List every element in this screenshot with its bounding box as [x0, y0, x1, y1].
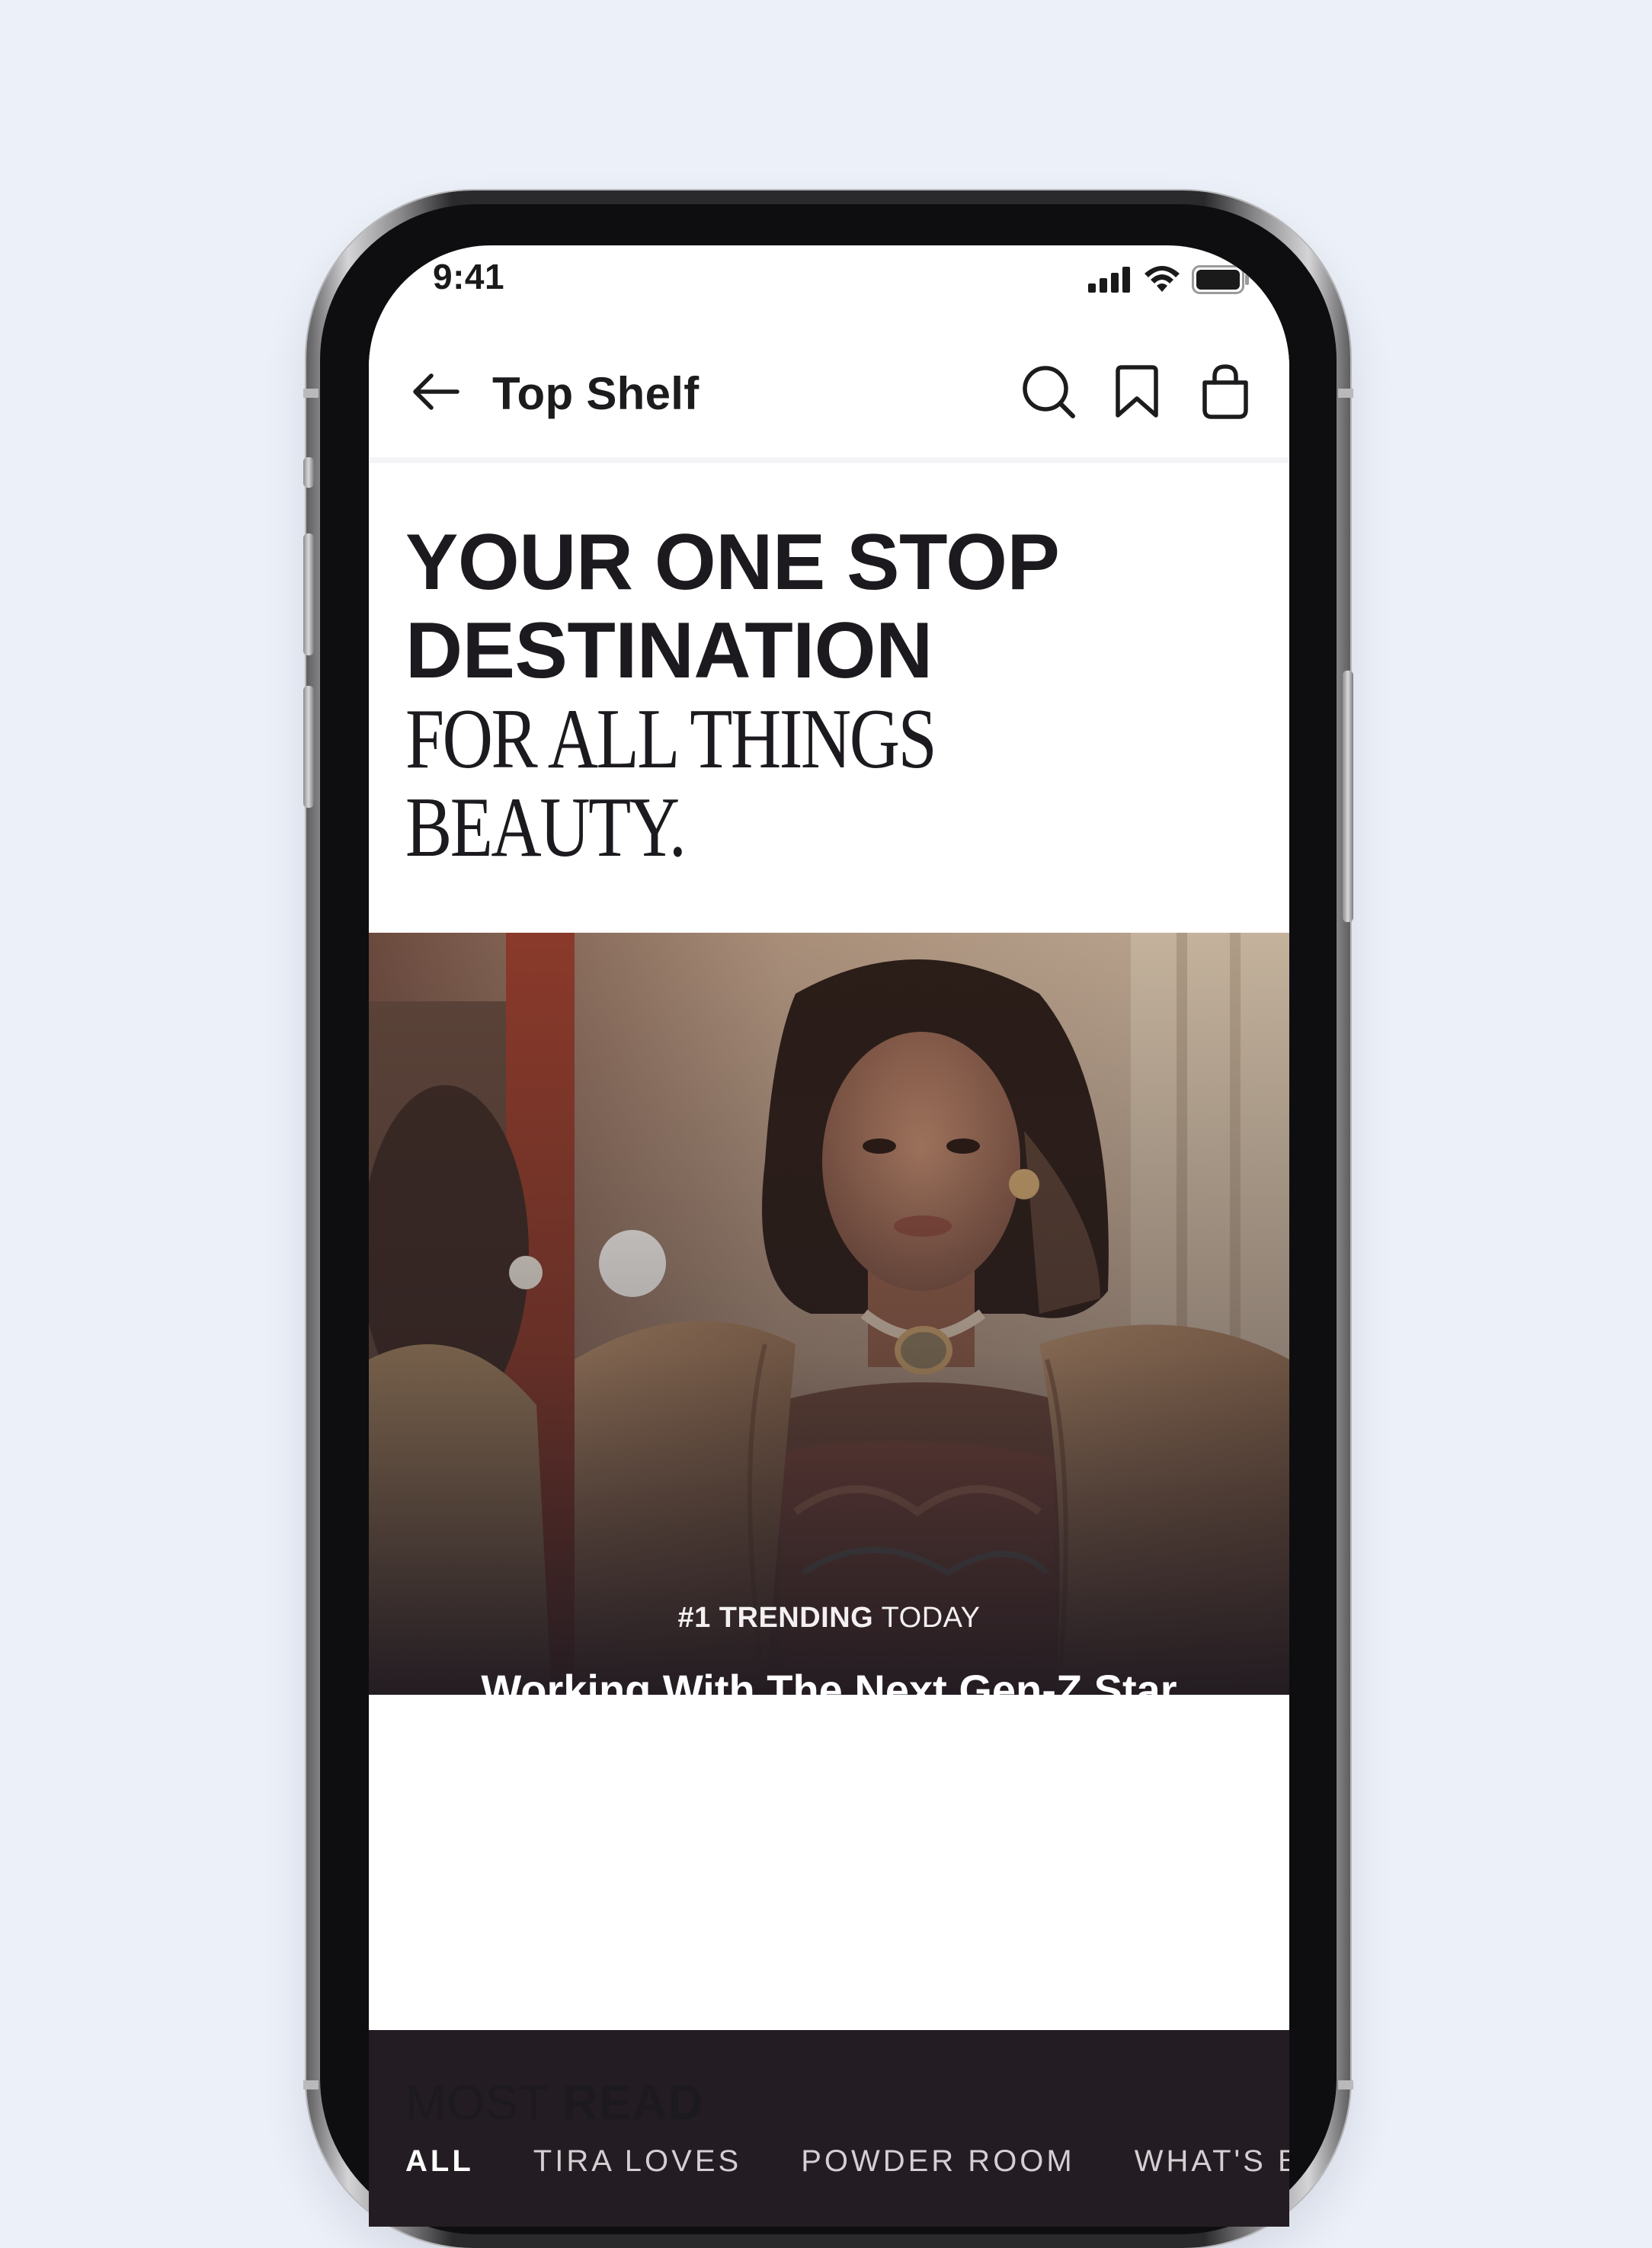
featured-article-image [369, 933, 1289, 1695]
antenna-band [1338, 389, 1353, 398]
shopping-bag-button[interactable] [1195, 363, 1256, 424]
back-button[interactable] [405, 363, 466, 424]
most-read-light: MOST [405, 2075, 549, 2130]
most-read-heading: MOST READ [405, 2074, 704, 2131]
featured-article-text: #1 TRENDING TODAY [369, 1602, 1289, 1635]
status-time: 9:41 [433, 257, 505, 296]
tab-all[interactable]: ALL [405, 2144, 474, 2179]
wifi-icon [1143, 266, 1181, 296]
feature-title-line: Suhana Khan And Her Friends [521, 1736, 1137, 1784]
feature-title-line: Working With The Next Gen-Z Star [481, 1666, 1177, 1714]
tab-list: ALL TIRA LOVES POWDER ROOM WHAT'S BE [405, 2144, 1289, 2179]
tab-powder-room[interactable]: POWDER ROOM [801, 2144, 1075, 2179]
page-title: Top Shelf [492, 368, 700, 419]
arrow-left-icon [411, 373, 460, 414]
hero-line: DESTINATION [405, 607, 933, 695]
featured-article-card[interactable] [369, 933, 1289, 1695]
mute-switch [303, 457, 314, 488]
volume-down-button [303, 686, 314, 808]
shopping-bag-icon [1200, 364, 1250, 422]
status-bar: 9:41 [369, 245, 1289, 322]
featured-article-title[interactable]: Working With The Next Gen-Z Star Suhana … [369, 1655, 1289, 1795]
antenna-band [1338, 2080, 1353, 2089]
phone-screen: 9:41 Top Shelf YOUR ONE STOP DESTINATION… [369, 245, 1289, 2227]
trending-label: #1 TRENDING [677, 1602, 874, 1634]
hero-headline: YOUR ONE STOP DESTINATION FOR ALL THINGS… [405, 518, 1259, 872]
hero-line: FOR ALL THINGS [405, 692, 937, 786]
search-button[interactable] [1018, 363, 1079, 424]
bookmark-button[interactable] [1106, 363, 1167, 424]
trending-period: TODAY [881, 1602, 981, 1634]
trending-badge: #1 TRENDING TODAY [369, 1602, 1289, 1635]
antenna-band [303, 2080, 319, 2089]
bookmark-icon [1113, 365, 1161, 421]
hero-line: BEAUTY. [405, 780, 687, 875]
antenna-band [303, 389, 319, 398]
cellular-signal-icon [1088, 267, 1132, 296]
tab-whats-be[interactable]: WHAT'S BE [1135, 2144, 1289, 2179]
most-read-bold: READ [562, 2075, 704, 2130]
status-icons [1088, 262, 1250, 300]
tab-tira-loves[interactable]: TIRA LOVES [533, 2144, 741, 2179]
app-header: Top Shelf [369, 322, 1289, 463]
header-actions [1018, 363, 1256, 424]
battery-icon [1192, 265, 1250, 297]
power-button [1343, 671, 1353, 922]
volume-up-button [303, 533, 314, 655]
search-icon [1021, 364, 1076, 422]
hero-line: YOUR ONE STOP [405, 518, 1060, 607]
